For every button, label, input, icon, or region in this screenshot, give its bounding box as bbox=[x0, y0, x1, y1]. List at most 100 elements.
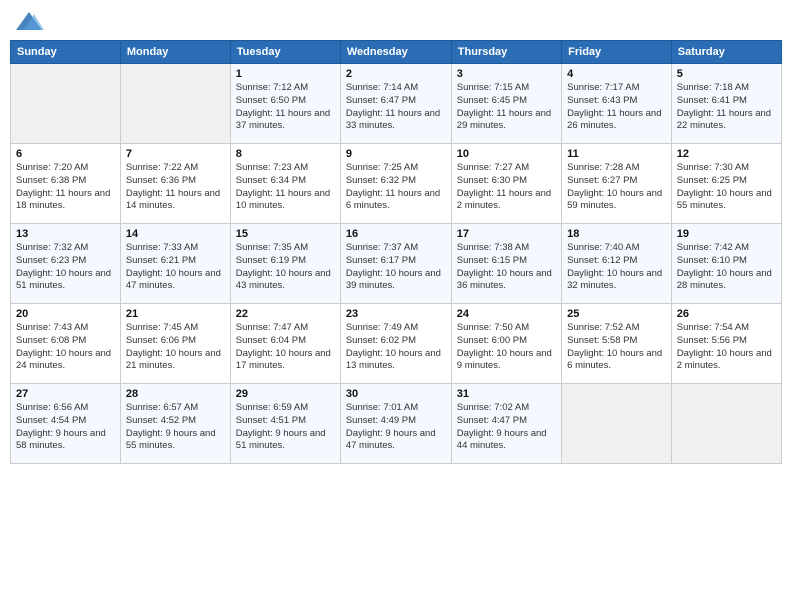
day-number: 26 bbox=[677, 308, 776, 320]
day-info: Sunrise: 7:18 AM Sunset: 6:41 PM Dayligh… bbox=[677, 82, 776, 133]
calendar-cell: 11Sunrise: 7:28 AM Sunset: 6:27 PM Dayli… bbox=[562, 144, 672, 224]
calendar-week-row: 6Sunrise: 7:20 AM Sunset: 6:38 PM Daylig… bbox=[11, 144, 782, 224]
day-number: 1 bbox=[236, 68, 335, 80]
day-info: Sunrise: 7:32 AM Sunset: 6:23 PM Dayligh… bbox=[16, 242, 115, 293]
day-info: Sunrise: 7:17 AM Sunset: 6:43 PM Dayligh… bbox=[567, 82, 666, 133]
day-number: 10 bbox=[457, 148, 556, 160]
day-number: 12 bbox=[677, 148, 776, 160]
calendar-cell: 6Sunrise: 7:20 AM Sunset: 6:38 PM Daylig… bbox=[11, 144, 121, 224]
calendar-cell bbox=[11, 64, 121, 144]
weekday-header: Monday bbox=[120, 41, 230, 64]
calendar-cell: 20 Sunrise: 7:43 AM Sunset: 6:08 PM Dayli… bbox=[11, 304, 121, 384]
day-info: Sunrise: 7:27 AM Sunset: 6:30 PM Dayligh… bbox=[457, 162, 556, 213]
calendar-cell: 31 Sunrise: 7:02 AM Sunset: 4:47 PM Dayli… bbox=[451, 384, 561, 464]
day-number: 25 bbox=[567, 308, 666, 320]
day-number: 13 bbox=[16, 228, 115, 240]
calendar-cell: 21 Sunrise: 7:45 AM Sunset: 6:06 PM Dayli… bbox=[120, 304, 230, 384]
weekday-header: Sunday bbox=[11, 41, 121, 64]
calendar-cell: 2 Sunrise: 7:14 AM Sunset: 6:47 PM Daylig… bbox=[340, 64, 451, 144]
day-info: Sunrise: 7:49 AM Sunset: 6:02 PM Dayligh… bbox=[346, 322, 446, 373]
calendar-cell: 15 Sunrise: 7:35 AM Sunset: 6:19 PM Dayli… bbox=[230, 224, 340, 304]
day-info: Sunrise: 7:37 AM Sunset: 6:17 PM Dayligh… bbox=[346, 242, 446, 293]
calendar-cell: 10 Sunrise: 7:27 AM Sunset: 6:30 PM Dayli… bbox=[451, 144, 561, 224]
day-number: 17 bbox=[457, 228, 556, 240]
day-number: 24 bbox=[457, 308, 556, 320]
day-info: Sunrise: 7:12 AM Sunset: 6:50 PM Dayligh… bbox=[236, 82, 335, 133]
calendar-cell bbox=[120, 64, 230, 144]
weekday-header: Wednesday bbox=[340, 41, 451, 64]
calendar-cell: 14Sunrise: 7:33 AM Sunset: 6:21 PM Dayli… bbox=[120, 224, 230, 304]
calendar-cell: 1 Sunrise: 7:12 AM Sunset: 6:50 PM Daylig… bbox=[230, 64, 340, 144]
day-info: Sunrise: 7:22 AM Sunset: 6:36 PM Dayligh… bbox=[126, 162, 225, 213]
calendar-cell: 3 Sunrise: 7:15 AM Sunset: 6:45 PM Daylig… bbox=[451, 64, 561, 144]
day-info: Sunrise: 7:54 AM Sunset: 5:56 PM Dayligh… bbox=[677, 322, 776, 373]
weekday-row: SundayMondayTuesdayWednesdayThursdayFrid… bbox=[11, 41, 782, 64]
calendar-cell: 23 Sunrise: 7:49 AM Sunset: 6:02 PM Dayli… bbox=[340, 304, 451, 384]
calendar-cell: 12 Sunrise: 7:30 AM Sunset: 6:25 PM Dayli… bbox=[671, 144, 781, 224]
calendar-cell: 29 Sunrise: 6:59 AM Sunset: 4:51 PM Dayli… bbox=[230, 384, 340, 464]
calendar-cell: 13 Sunrise: 7:32 AM Sunset: 6:23 PM Dayli… bbox=[11, 224, 121, 304]
day-info: Sunrise: 6:57 AM Sunset: 4:52 PM Dayligh… bbox=[126, 402, 225, 453]
calendar-cell: 25 Sunrise: 7:52 AM Sunset: 5:58 PM Dayli… bbox=[562, 304, 672, 384]
day-number: 16 bbox=[346, 228, 446, 240]
day-number: 20 bbox=[16, 308, 115, 320]
day-number: 6 bbox=[16, 148, 115, 160]
calendar-cell: 16 Sunrise: 7:37 AM Sunset: 6:17 PM Dayli… bbox=[340, 224, 451, 304]
day-number: 15 bbox=[236, 228, 335, 240]
logo bbox=[14, 10, 48, 34]
day-number: 3 bbox=[457, 68, 556, 80]
day-number: 19 bbox=[677, 228, 776, 240]
day-info: Sunrise: 7:38 AM Sunset: 6:15 PM Dayligh… bbox=[457, 242, 556, 293]
page-header bbox=[10, 10, 782, 34]
day-number: 29 bbox=[236, 388, 335, 400]
day-number: 2 bbox=[346, 68, 446, 80]
day-number: 22 bbox=[236, 308, 335, 320]
day-number: 8 bbox=[236, 148, 335, 160]
day-number: 21 bbox=[126, 308, 225, 320]
calendar-cell: 5Sunrise: 7:18 AM Sunset: 6:41 PM Daylig… bbox=[671, 64, 781, 144]
weekday-header: Thursday bbox=[451, 41, 561, 64]
calendar-week-row: 13 Sunrise: 7:32 AM Sunset: 6:23 PM Dayli… bbox=[11, 224, 782, 304]
calendar-cell: 8 Sunrise: 7:23 AM Sunset: 6:34 PM Daylig… bbox=[230, 144, 340, 224]
day-info: Sunrise: 7:30 AM Sunset: 6:25 PM Dayligh… bbox=[677, 162, 776, 213]
calendar-cell: 9 Sunrise: 7:25 AM Sunset: 6:32 PM Daylig… bbox=[340, 144, 451, 224]
day-info: Sunrise: 7:33 AM Sunset: 6:21 PM Dayligh… bbox=[126, 242, 225, 293]
day-number: 23 bbox=[346, 308, 446, 320]
day-number: 31 bbox=[457, 388, 556, 400]
day-info: Sunrise: 7:42 AM Sunset: 6:10 PM Dayligh… bbox=[677, 242, 776, 293]
day-number: 27 bbox=[16, 388, 115, 400]
calendar-cell: 18Sunrise: 7:40 AM Sunset: 6:12 PM Dayli… bbox=[562, 224, 672, 304]
day-info: Sunrise: 7:35 AM Sunset: 6:19 PM Dayligh… bbox=[236, 242, 335, 293]
day-number: 30 bbox=[346, 388, 446, 400]
calendar-week-row: 27 Sunrise: 6:56 AM Sunset: 4:54 PM Dayli… bbox=[11, 384, 782, 464]
day-info: Sunrise: 6:56 AM Sunset: 4:54 PM Dayligh… bbox=[16, 402, 115, 453]
weekday-header: Tuesday bbox=[230, 41, 340, 64]
day-number: 28 bbox=[126, 388, 225, 400]
calendar-cell: 7Sunrise: 7:22 AM Sunset: 6:36 PM Daylig… bbox=[120, 144, 230, 224]
day-number: 9 bbox=[346, 148, 446, 160]
weekday-header: Friday bbox=[562, 41, 672, 64]
day-info: Sunrise: 7:47 AM Sunset: 6:04 PM Dayligh… bbox=[236, 322, 335, 373]
calendar-cell: 4Sunrise: 7:17 AM Sunset: 6:43 PM Daylig… bbox=[562, 64, 672, 144]
day-info: Sunrise: 7:02 AM Sunset: 4:47 PM Dayligh… bbox=[457, 402, 556, 453]
calendar-cell: 30 Sunrise: 7:01 AM Sunset: 4:49 PM Dayli… bbox=[340, 384, 451, 464]
day-info: Sunrise: 6:59 AM Sunset: 4:51 PM Dayligh… bbox=[236, 402, 335, 453]
calendar-cell: 17 Sunrise: 7:38 AM Sunset: 6:15 PM Dayli… bbox=[451, 224, 561, 304]
day-info: Sunrise: 7:14 AM Sunset: 6:47 PM Dayligh… bbox=[346, 82, 446, 133]
calendar-week-row: 1 Sunrise: 7:12 AM Sunset: 6:50 PM Daylig… bbox=[11, 64, 782, 144]
calendar-table: SundayMondayTuesdayWednesdayThursdayFrid… bbox=[10, 40, 782, 464]
calendar-cell: 24Sunrise: 7:50 AM Sunset: 6:00 PM Dayli… bbox=[451, 304, 561, 384]
day-info: Sunrise: 7:45 AM Sunset: 6:06 PM Dayligh… bbox=[126, 322, 225, 373]
calendar-cell: 19 Sunrise: 7:42 AM Sunset: 6:10 PM Dayli… bbox=[671, 224, 781, 304]
day-info: Sunrise: 7:23 AM Sunset: 6:34 PM Dayligh… bbox=[236, 162, 335, 213]
calendar-week-row: 20 Sunrise: 7:43 AM Sunset: 6:08 PM Dayli… bbox=[11, 304, 782, 384]
calendar-cell: 28 Sunrise: 6:57 AM Sunset: 4:52 PM Dayli… bbox=[120, 384, 230, 464]
day-info: Sunrise: 7:25 AM Sunset: 6:32 PM Dayligh… bbox=[346, 162, 446, 213]
day-info: Sunrise: 7:43 AM Sunset: 6:08 PM Dayligh… bbox=[16, 322, 115, 373]
calendar-cell bbox=[562, 384, 672, 464]
logo-icon bbox=[14, 10, 44, 34]
day-info: Sunrise: 7:28 AM Sunset: 6:27 PM Dayligh… bbox=[567, 162, 666, 213]
day-info: Sunrise: 7:15 AM Sunset: 6:45 PM Dayligh… bbox=[457, 82, 556, 133]
day-info: Sunrise: 7:01 AM Sunset: 4:49 PM Dayligh… bbox=[346, 402, 446, 453]
day-info: Sunrise: 7:52 AM Sunset: 5:58 PM Dayligh… bbox=[567, 322, 666, 373]
